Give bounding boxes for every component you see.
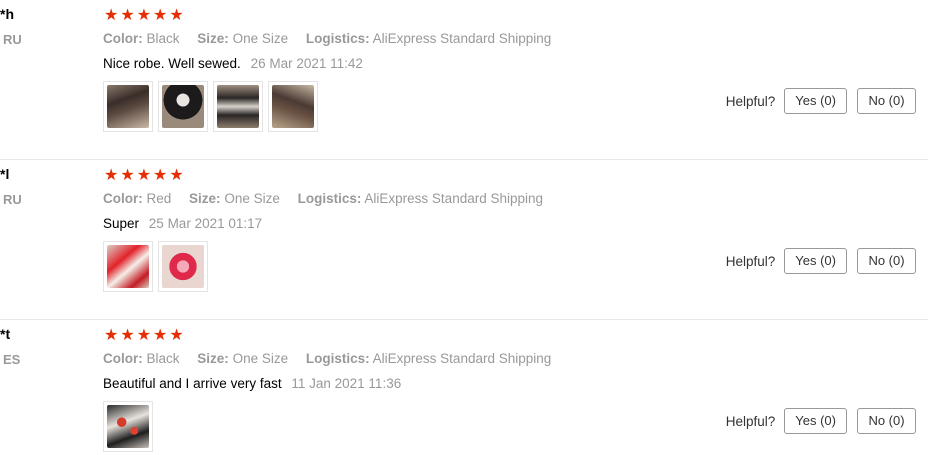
rating-stars: ★ ★ ★ ★ ★	[104, 6, 184, 24]
rating-stars: ★ ★ ★ ★ ★	[104, 326, 184, 344]
review-photos	[103, 241, 208, 292]
review-photo-thumbnail[interactable]	[103, 401, 153, 452]
photo-image	[162, 245, 204, 288]
photo-image	[162, 85, 204, 128]
review-item: *h RU ★ ★ ★ ★ ★ Color: Black Size: One S…	[0, 0, 928, 160]
attr-logistics: Logistics: AliExpress Standard Shipping	[297, 191, 544, 206]
photo-image	[107, 405, 149, 448]
attr-color: Color: Red	[103, 191, 172, 206]
star-icon: ★	[120, 165, 135, 184]
order-attributes: Color: Black Size: One Size Logistics: A…	[103, 351, 565, 366]
helpful-no-button[interactable]: No (0)	[857, 248, 916, 274]
review-photos	[103, 401, 153, 452]
star-icon: ★	[104, 5, 119, 24]
review-text: Beautiful and I arrive very fast	[103, 376, 282, 391]
order-attributes: Color: Black Size: One Size Logistics: A…	[103, 31, 565, 46]
review-date: 26 Mar 2021 11:42	[250, 56, 363, 71]
photo-image	[107, 245, 149, 288]
star-icon: ★	[136, 165, 152, 184]
helpful-yes-button[interactable]: Yes (0)	[784, 88, 847, 114]
star-icon: ★	[120, 5, 135, 24]
attr-logistics: Logistics: AliExpress Standard Shipping	[305, 31, 552, 46]
review-photo-thumbnail[interactable]	[268, 81, 318, 132]
review-photo-thumbnail[interactable]	[103, 81, 153, 132]
star-icon: ★	[104, 325, 119, 344]
star-icon: ★	[169, 5, 184, 24]
photo-image	[217, 85, 259, 128]
star-icon: ★	[153, 165, 168, 184]
review-photo-thumbnail[interactable]	[158, 241, 208, 292]
order-attributes: Color: Red Size: One Size Logistics: Ali…	[103, 191, 557, 206]
review-content: Super 25 Mar 2021 01:17	[103, 216, 262, 231]
review-text: Super	[103, 216, 140, 231]
helpful-vote: Helpful? Yes (0) No (0)	[726, 408, 916, 434]
reviewer-name: *h	[0, 6, 14, 22]
review-date: 11 Jan 2021 11:36	[291, 376, 402, 391]
attr-size: Size: One Size	[197, 31, 289, 46]
star-icon: ★	[153, 325, 168, 344]
helpful-vote: Helpful? Yes (0) No (0)	[726, 248, 916, 274]
helpful-yes-button[interactable]: Yes (0)	[784, 408, 847, 434]
helpful-label: Helpful?	[725, 413, 776, 429]
review-content: Beautiful and I arrive very fast 11 Jan …	[103, 376, 401, 391]
review-content: Nice robe. Well sewed. 26 Mar 2021 11:42	[103, 56, 363, 71]
review-date: 25 Mar 2021 01:17	[148, 216, 263, 231]
attr-logistics: Logistics: AliExpress Standard Shipping	[305, 351, 552, 366]
reviewer-country: RU	[3, 192, 22, 207]
review-item: *l RU ★ ★ ★ ★ ★ Color: Red Size: One Siz…	[0, 160, 928, 320]
reviewer-name: *l	[0, 166, 10, 182]
review-item: *t ES ★ ★ ★ ★ ★ Color: Black Size: One S…	[0, 320, 928, 455]
attr-size: Size: One Size	[189, 191, 280, 206]
star-icon: ★	[136, 5, 152, 24]
helpful-no-button[interactable]: No (0)	[857, 88, 916, 114]
rating-stars: ★ ★ ★ ★ ★	[104, 166, 184, 184]
review-photos	[103, 81, 318, 132]
helpful-vote: Helpful? Yes (0) No (0)	[726, 88, 916, 114]
star-icon: ★	[169, 165, 184, 184]
star-icon: ★	[153, 5, 168, 24]
star-icon: ★	[120, 325, 135, 344]
helpful-label: Helpful?	[725, 253, 776, 269]
reviewer-country: ES	[3, 352, 21, 367]
review-photo-thumbnail[interactable]	[158, 81, 208, 132]
attr-size: Size: One Size	[197, 351, 289, 366]
attr-color: Color: Black	[103, 351, 180, 366]
attr-color: Color: Black	[103, 31, 180, 46]
reviewer-country: RU	[3, 32, 22, 47]
photo-image	[272, 85, 314, 128]
review-photo-thumbnail[interactable]	[213, 81, 263, 132]
star-icon: ★	[136, 325, 152, 344]
reviewer-name: *t	[0, 326, 11, 342]
review-text: Nice robe. Well sewed.	[103, 56, 241, 71]
helpful-label: Helpful?	[725, 93, 776, 109]
photo-image	[107, 85, 149, 128]
review-photo-thumbnail[interactable]	[103, 241, 153, 292]
helpful-no-button[interactable]: No (0)	[857, 408, 916, 434]
star-icon: ★	[169, 325, 184, 344]
star-icon: ★	[104, 165, 119, 184]
helpful-yes-button[interactable]: Yes (0)	[784, 248, 847, 274]
